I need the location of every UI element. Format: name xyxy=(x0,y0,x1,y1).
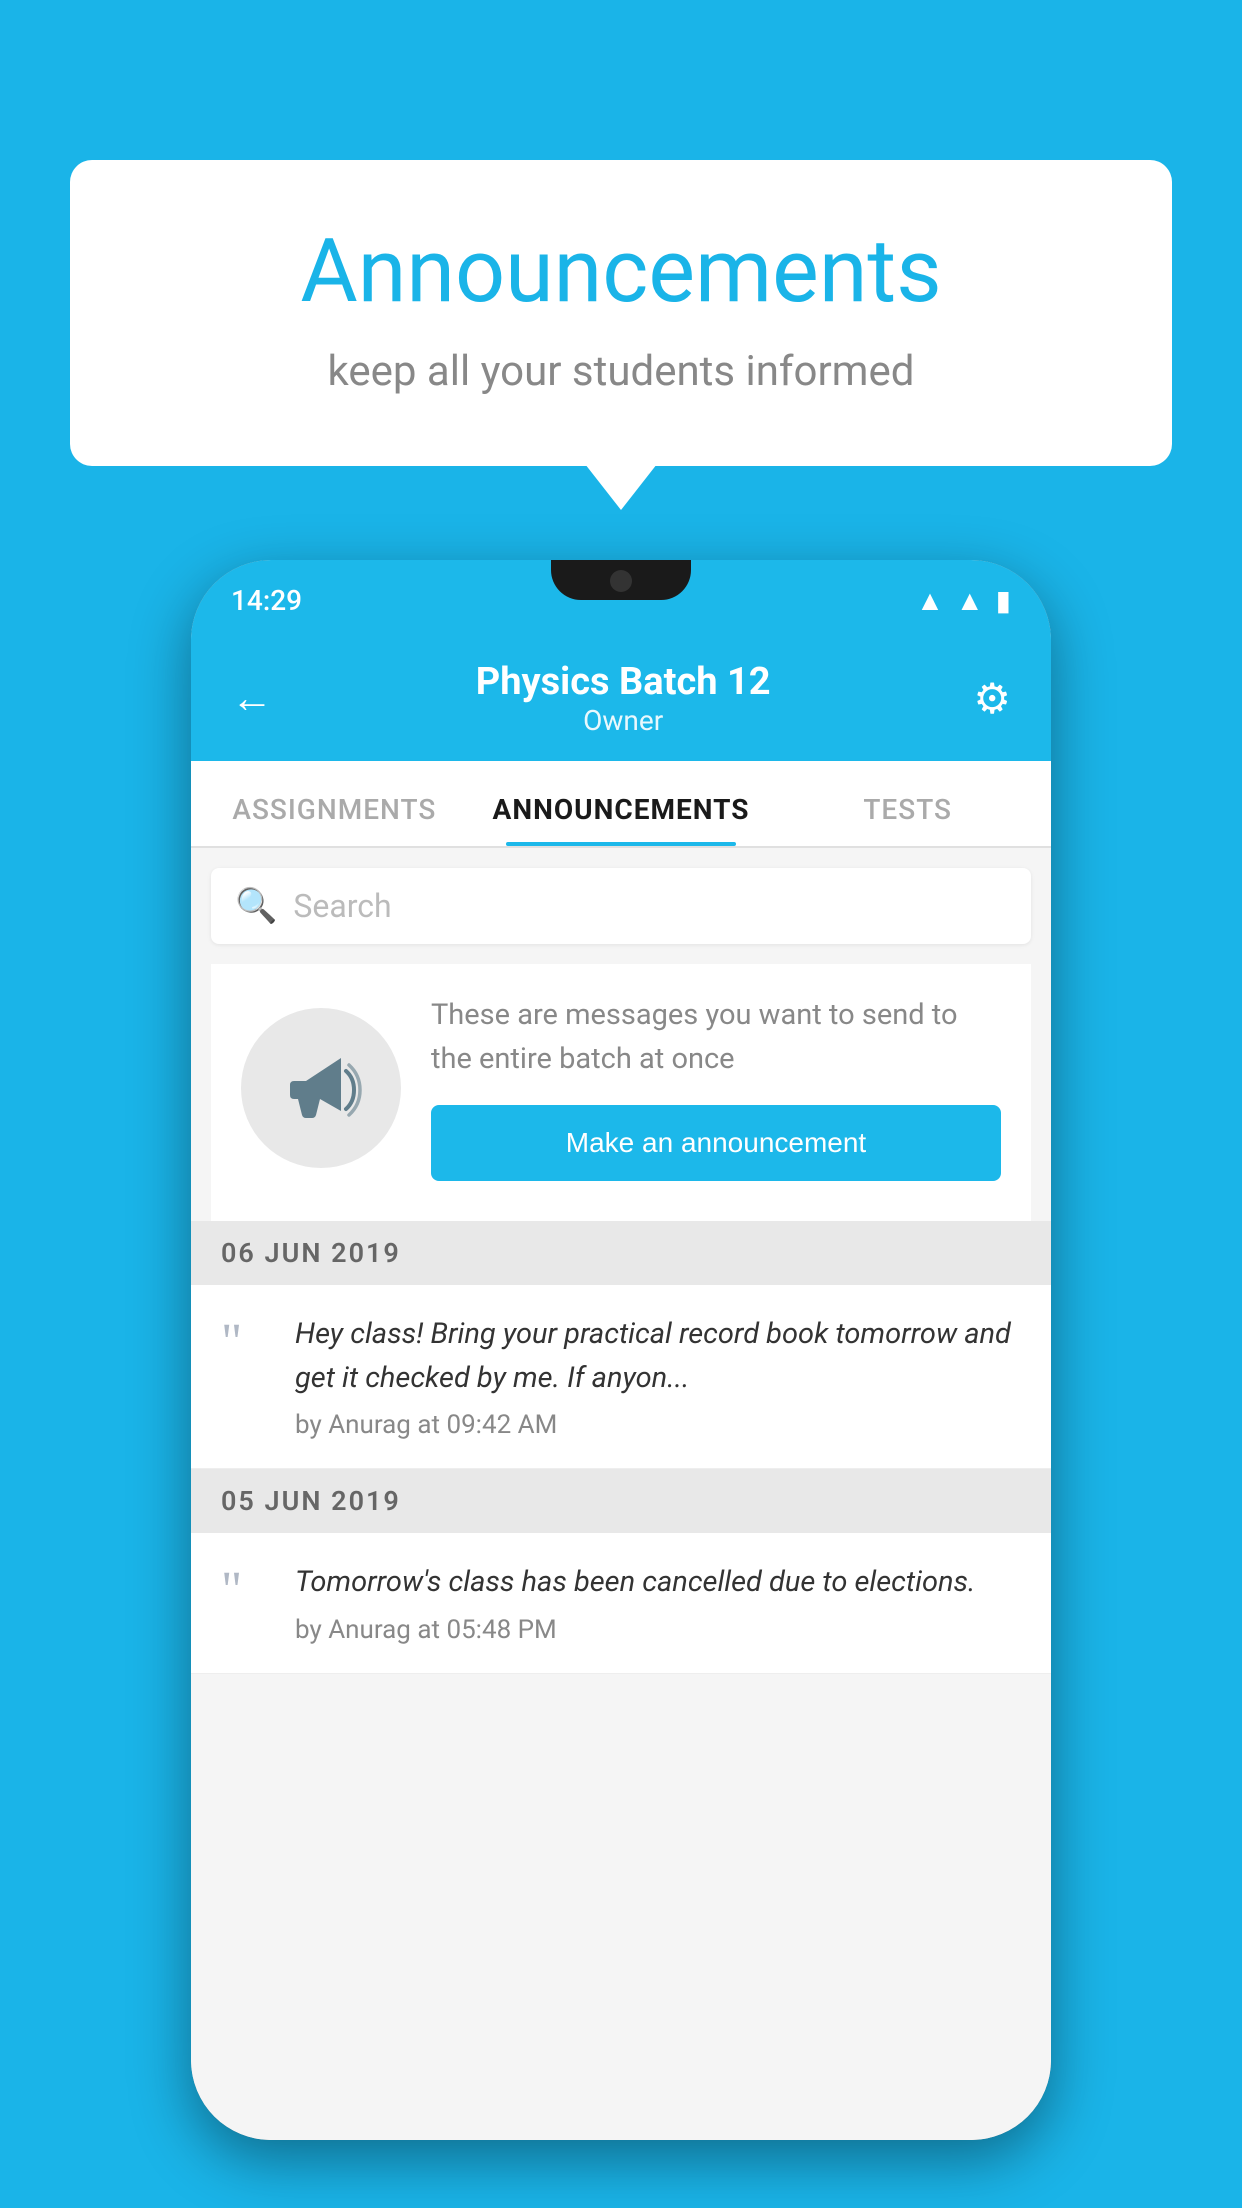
phone-device: 14:29 ▲ ▲ ▮ ← Physics Batch 12 Own xyxy=(191,560,1051,2140)
tab-tests[interactable]: TESTS xyxy=(764,761,1051,846)
notch xyxy=(551,560,691,600)
front-camera xyxy=(610,570,632,592)
announcement-text-1: Hey class! Bring your practical record b… xyxy=(295,1313,1021,1400)
settings-icon[interactable]: ⚙ xyxy=(973,674,1011,724)
announcement-meta-2: by Anurag at 05:48 PM xyxy=(295,1615,1021,1645)
speech-bubble-title: Announcements xyxy=(150,220,1092,323)
phone-wrapper: 14:29 ▲ ▲ ▮ ← Physics Batch 12 Own xyxy=(191,560,1051,2140)
announcement-content-1: Hey class! Bring your practical record b… xyxy=(295,1313,1021,1440)
search-bar[interactable]: 🔍 Search xyxy=(211,868,1031,944)
quote-icon-2: " xyxy=(221,1565,271,1617)
promo-icon-circle xyxy=(241,1008,401,1168)
screen-inner: 14:29 ▲ ▲ ▮ ← Physics Batch 12 Own xyxy=(191,560,1051,2140)
tabs-container: ASSIGNMENTS ANNOUNCEMENTS TESTS xyxy=(191,761,1051,848)
tab-assignments[interactable]: ASSIGNMENTS xyxy=(191,761,478,846)
header-title: Physics Batch 12 xyxy=(476,660,771,704)
announcement-item-1[interactable]: " Hey class! Bring your practical record… xyxy=(191,1285,1051,1469)
wifi-icon: ▲ xyxy=(916,584,944,617)
date-separator-2: 05 JUN 2019 xyxy=(191,1469,1051,1533)
promo-right: These are messages you want to send to t… xyxy=(431,994,1001,1181)
status-time: 14:29 xyxy=(231,584,302,617)
back-button[interactable]: ← xyxy=(231,674,273,723)
search-icon: 🔍 xyxy=(235,886,277,926)
announcement-content-2: Tomorrow's class has been cancelled due … xyxy=(295,1561,1021,1645)
make-announcement-button[interactable]: Make an announcement xyxy=(431,1105,1001,1181)
search-placeholder: Search xyxy=(293,887,391,925)
speech-bubble: Announcements keep all your students inf… xyxy=(70,160,1172,466)
speech-bubble-container: Announcements keep all your students inf… xyxy=(70,160,1172,466)
announcement-item-2[interactable]: " Tomorrow's class has been cancelled du… xyxy=(191,1533,1051,1674)
header-center: Physics Batch 12 Owner xyxy=(476,660,771,737)
battery-icon: ▮ xyxy=(996,584,1011,617)
signal-icon: ▲ xyxy=(956,584,984,617)
status-icons: ▲ ▲ ▮ xyxy=(916,584,1011,617)
header-subtitle: Owner xyxy=(476,704,771,737)
megaphone-icon xyxy=(276,1043,366,1133)
announcement-text-2: Tomorrow's class has been cancelled due … xyxy=(295,1561,1021,1605)
phone-screen: 14:29 ▲ ▲ ▮ ← Physics Batch 12 Own xyxy=(191,560,1051,2140)
speech-bubble-subtitle: keep all your students informed xyxy=(150,347,1092,396)
announcement-meta-1: by Anurag at 09:42 AM xyxy=(295,1410,1021,1440)
tab-announcements[interactable]: ANNOUNCEMENTS xyxy=(478,761,765,846)
date-separator-1: 06 JUN 2019 xyxy=(191,1221,1051,1285)
quote-icon-1: " xyxy=(221,1317,271,1369)
app-header: ← Physics Batch 12 Owner ⚙ xyxy=(191,640,1051,761)
promo-description: These are messages you want to send to t… xyxy=(431,994,1001,1081)
status-bar: 14:29 ▲ ▲ ▮ xyxy=(191,560,1051,640)
content-area: 🔍 Search xyxy=(191,848,1051,2140)
promo-block: These are messages you want to send to t… xyxy=(211,964,1031,1221)
